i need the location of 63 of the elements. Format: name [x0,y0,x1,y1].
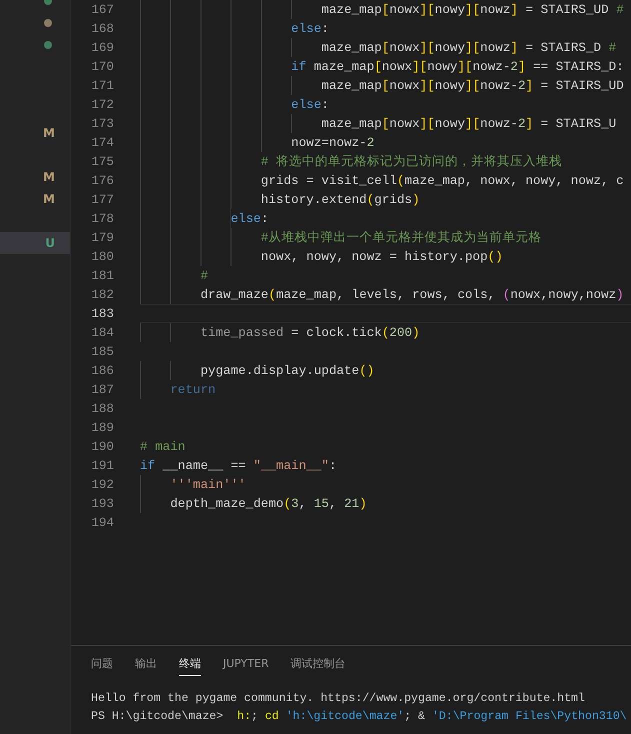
terminal-line: Hello from the pygame community. https://www.pygame.org/contribute.html [91,691,586,707]
line-number: 181 [90,268,114,282]
line-number: 182 [90,288,114,302]
line-number: 187 [90,382,114,396]
panel-tab[interactable]: 终端 [179,654,201,676]
line-number: 178 [90,212,114,226]
code-line: pygame.display.update() [200,364,374,378]
line-number: 190 [90,440,114,454]
line-number: 186 [90,364,114,378]
line-number: 183 [90,306,114,320]
line-number: 193 [90,496,114,510]
code-line: if maze_map[nowx][nowy][nowz-2] == STAIRS_D: [291,60,624,74]
code-line: else: [230,212,268,226]
git-status-letter: U [45,236,55,250]
line-number: 184 [90,326,114,340]
code-line: '''main''' [170,478,246,492]
line-number: 171 [90,78,114,92]
line-number: 177 [90,192,114,206]
code-line: grids = visit_cell(maze_map, nowx, nowy, nowz, c [260,174,624,188]
code-line: depth_maze_demo(3, 15, 21) [170,496,367,510]
code-line: else: [291,22,329,36]
panel-tab[interactable]: 输出 [135,654,157,676]
line-number: 167 [90,2,114,16]
code-line: # 将选中的单元格标记为已访问的，并将其压入堆栈 [260,154,562,170]
code-line: maze_map[nowx][nowy][nowz] = STAIRS_D # [321,40,616,54]
git-status-letter: M [43,170,55,184]
line-number: 189 [90,420,114,434]
line-number: 175 [90,154,114,168]
line-number: 176 [90,174,114,188]
line-number: 188 [90,402,114,416]
code-line: maze_map[nowx][nowy][nowz-2] = STAIRS_U [321,116,616,130]
line-number: 180 [90,250,114,264]
panel-tab[interactable]: 调试控制台 [290,654,346,676]
line-number: 172 [90,98,114,112]
panel-tab[interactable]: JUPYTER [223,654,269,676]
code-line: maze_map[nowx][nowy][nowz-2] = STAIRS_UD [321,78,624,92]
code-line: # main [140,440,186,454]
code-line: # [200,268,208,282]
code-line: nowx, nowy, nowz = history.pop() [260,250,503,264]
code-line: maze_map[nowx][nowy][nowz] = STAIRS_UD # [321,2,624,16]
line-number: 169 [90,40,114,54]
line-number: 185 [90,344,114,358]
line-number: 174 [90,136,114,150]
code-line: time_passed = clock.tick(200) [200,326,420,340]
terminal-line: PS H:\gitcode\maze> h:; cd 'h:\gitcode\maze'; & 'D:\Program Files\Python310\ [91,709,628,725]
git-status-letter: M [43,126,55,140]
line-number: 192 [90,478,114,492]
panel-tab[interactable]: 问题 [91,654,113,676]
code-line: nowz=nowz-2 [291,136,374,150]
git-status-letter: M [43,192,55,206]
line-number: 168 [90,22,114,36]
code-line: return [170,382,216,396]
line-number: 179 [90,230,114,244]
line-number: 173 [90,116,114,130]
line-number: 191 [90,458,114,472]
code-line: draw_maze(maze_map, levels, rows, cols, (nowx,nowy,nowz) [200,288,624,302]
file-row[interactable]: U [0,232,70,254]
line-number: 170 [90,60,114,74]
line-number: 194 [90,516,114,530]
code-line: else: [291,98,329,112]
code-line: if __name__ == "__main__": [140,458,337,472]
code-line: history.extend(grids) [260,192,420,206]
code-line: #从堆栈中弹出一个单元格并使其成为当前单元格 [260,230,542,246]
